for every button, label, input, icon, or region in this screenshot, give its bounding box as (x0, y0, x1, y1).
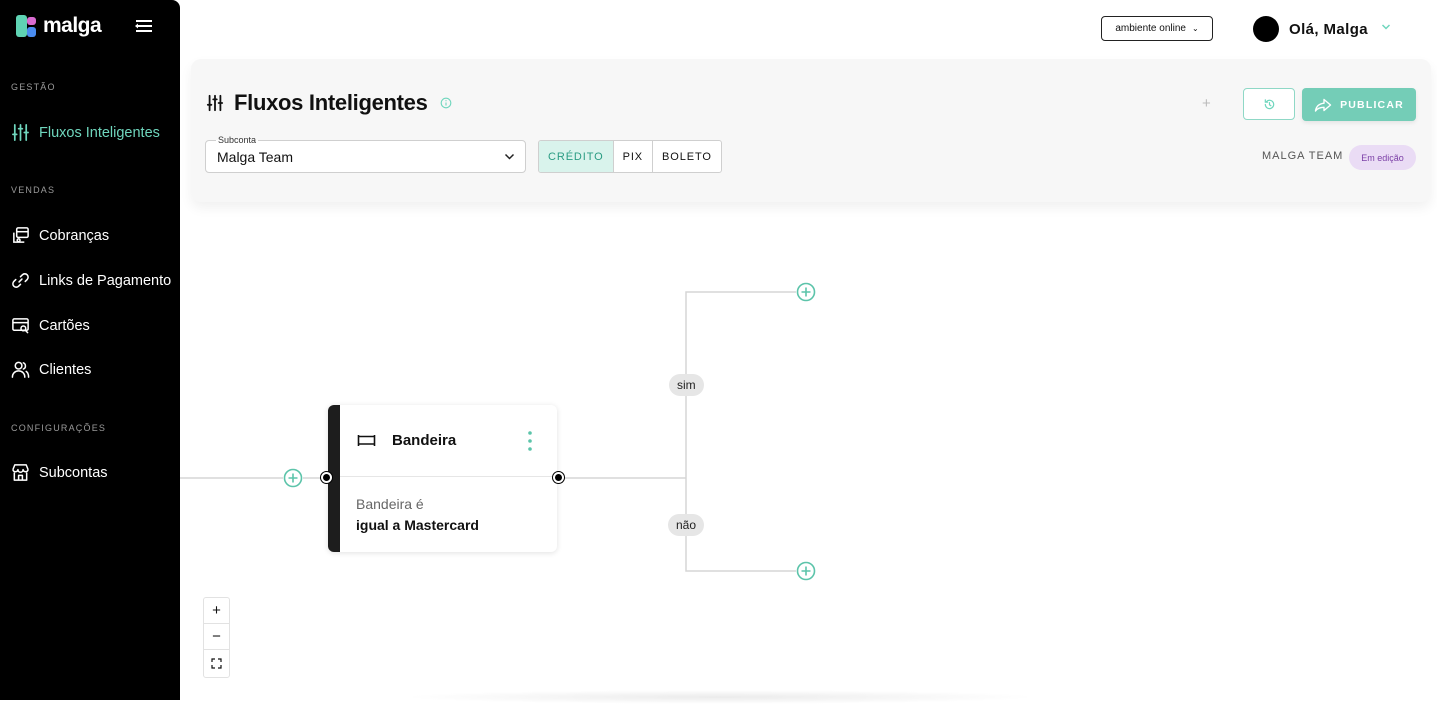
store-icon (12, 464, 29, 481)
charges-icon (13, 227, 29, 243)
chevron-down-icon (504, 153, 515, 160)
link-icon (12, 273, 29, 288)
logo-icon (16, 15, 36, 37)
history-button[interactable] (1243, 88, 1295, 120)
team-name: MALGA TEAM (1262, 150, 1344, 162)
flow-header-card: Fluxos Inteligentes Subconta Malga Team … (191, 59, 1431, 202)
flag-card-icon (357, 435, 376, 446)
sliders-icon (12, 124, 29, 141)
node-header: Bandeira (340, 405, 557, 477)
node-output-port[interactable] (553, 472, 564, 483)
sidebar-item-label: Clientes (39, 361, 92, 378)
subconta-value: Malga Team (217, 149, 294, 165)
add-node-sim-icon[interactable] (796, 282, 816, 302)
user-menu[interactable]: Olá, Malga (1253, 16, 1368, 42)
section-label-vendas: VENDAS (11, 185, 56, 195)
branch-label-sim: sim (669, 374, 704, 396)
publish-label: PUBLICAR (1340, 98, 1404, 111)
sidebar-item-label: Cobranças (39, 227, 110, 244)
sidebar-item-label: Links de Pagamento (39, 272, 172, 289)
tab-boleto[interactable]: BOLETO (653, 141, 721, 172)
node-title: Bandeira (392, 432, 457, 449)
avatar (1253, 16, 1279, 42)
sidebar-item-fluxos-inteligentes[interactable]: Fluxos Inteligentes (11, 123, 160, 142)
sidebar-item-label: Subcontas (39, 464, 108, 481)
node-condition-prefix: Bandeira é (356, 496, 424, 512)
card-search-icon (12, 318, 29, 334)
users-icon (11, 361, 30, 378)
sidebar-item-cobrancas[interactable]: Cobranças (11, 226, 109, 245)
node-condition-value: igual a Mastercard (356, 517, 479, 533)
subconta-label: Subconta (216, 135, 259, 145)
tab-pix[interactable]: PIX (614, 141, 654, 172)
publish-button[interactable]: PUBLICAR (1302, 88, 1416, 121)
sidebar-item-cartoes[interactable]: Cartões (11, 316, 90, 335)
environment-value: ambiente online (1115, 23, 1186, 34)
page-title: Fluxos Inteligentes (234, 90, 428, 115)
sidebar-item-links-de-pagamento[interactable]: Links de Pagamento (11, 271, 171, 290)
info-icon[interactable] (440, 97, 452, 109)
sidebar-item-clientes[interactable]: Clientes (11, 360, 91, 379)
add-node-nao-icon[interactable] (796, 561, 816, 581)
menu-toggle-icon[interactable] (134, 17, 154, 35)
sliders-icon (206, 94, 224, 112)
logo-text: malga (43, 14, 102, 37)
environment-select[interactable]: ambiente online ⌄ (1101, 16, 1213, 41)
page-title-group: Fluxos Inteligentes (206, 90, 452, 116)
fit-view-button[interactable] (204, 650, 229, 676)
zoom-in-button[interactable]: + (204, 598, 229, 624)
more-vertical-icon[interactable] (526, 430, 534, 452)
fit-view-icon (211, 657, 222, 669)
history-icon (1264, 98, 1274, 109)
logo[interactable]: malga (16, 14, 102, 38)
zoom-out-button[interactable]: − (204, 624, 229, 650)
bottom-shadow (400, 690, 1040, 704)
share-arrow-icon (1314, 98, 1332, 112)
status-badge: Em edição (1349, 145, 1416, 170)
add-node-icon[interactable] (283, 468, 303, 488)
sidebar-item-label: Fluxos Inteligentes (39, 124, 160, 141)
tab-credito[interactable]: CRÉDITO (539, 141, 614, 172)
sidebar-item-subcontas[interactable]: Subcontas (11, 463, 108, 482)
section-label-configuracoes: CONFIGURAÇÕES (11, 423, 107, 433)
sidebar-item-label: Cartões (39, 317, 90, 334)
sidebar: malga GESTÃO Fluxos Inteligentes VENDAS … (0, 0, 180, 700)
payment-method-tabs: CRÉDITO PIX BOLETO (538, 140, 722, 173)
flow-node-bandeira[interactable]: Bandeira Bandeira é igual a Mastercard (328, 405, 557, 552)
branch-label-nao: não (668, 514, 705, 536)
user-greeting: Olá, Malga (1289, 20, 1369, 38)
subconta-select[interactable]: Subconta Malga Team (205, 135, 526, 173)
user-chevron-down-icon[interactable] (1381, 22, 1391, 32)
node-input-port[interactable] (321, 472, 332, 483)
section-label-gestao: GESTÃO (11, 82, 56, 92)
add-button[interactable]: + (1202, 95, 1211, 112)
chevron-down-icon: ⌄ (1191, 24, 1199, 33)
zoom-controls: + − (203, 597, 230, 678)
